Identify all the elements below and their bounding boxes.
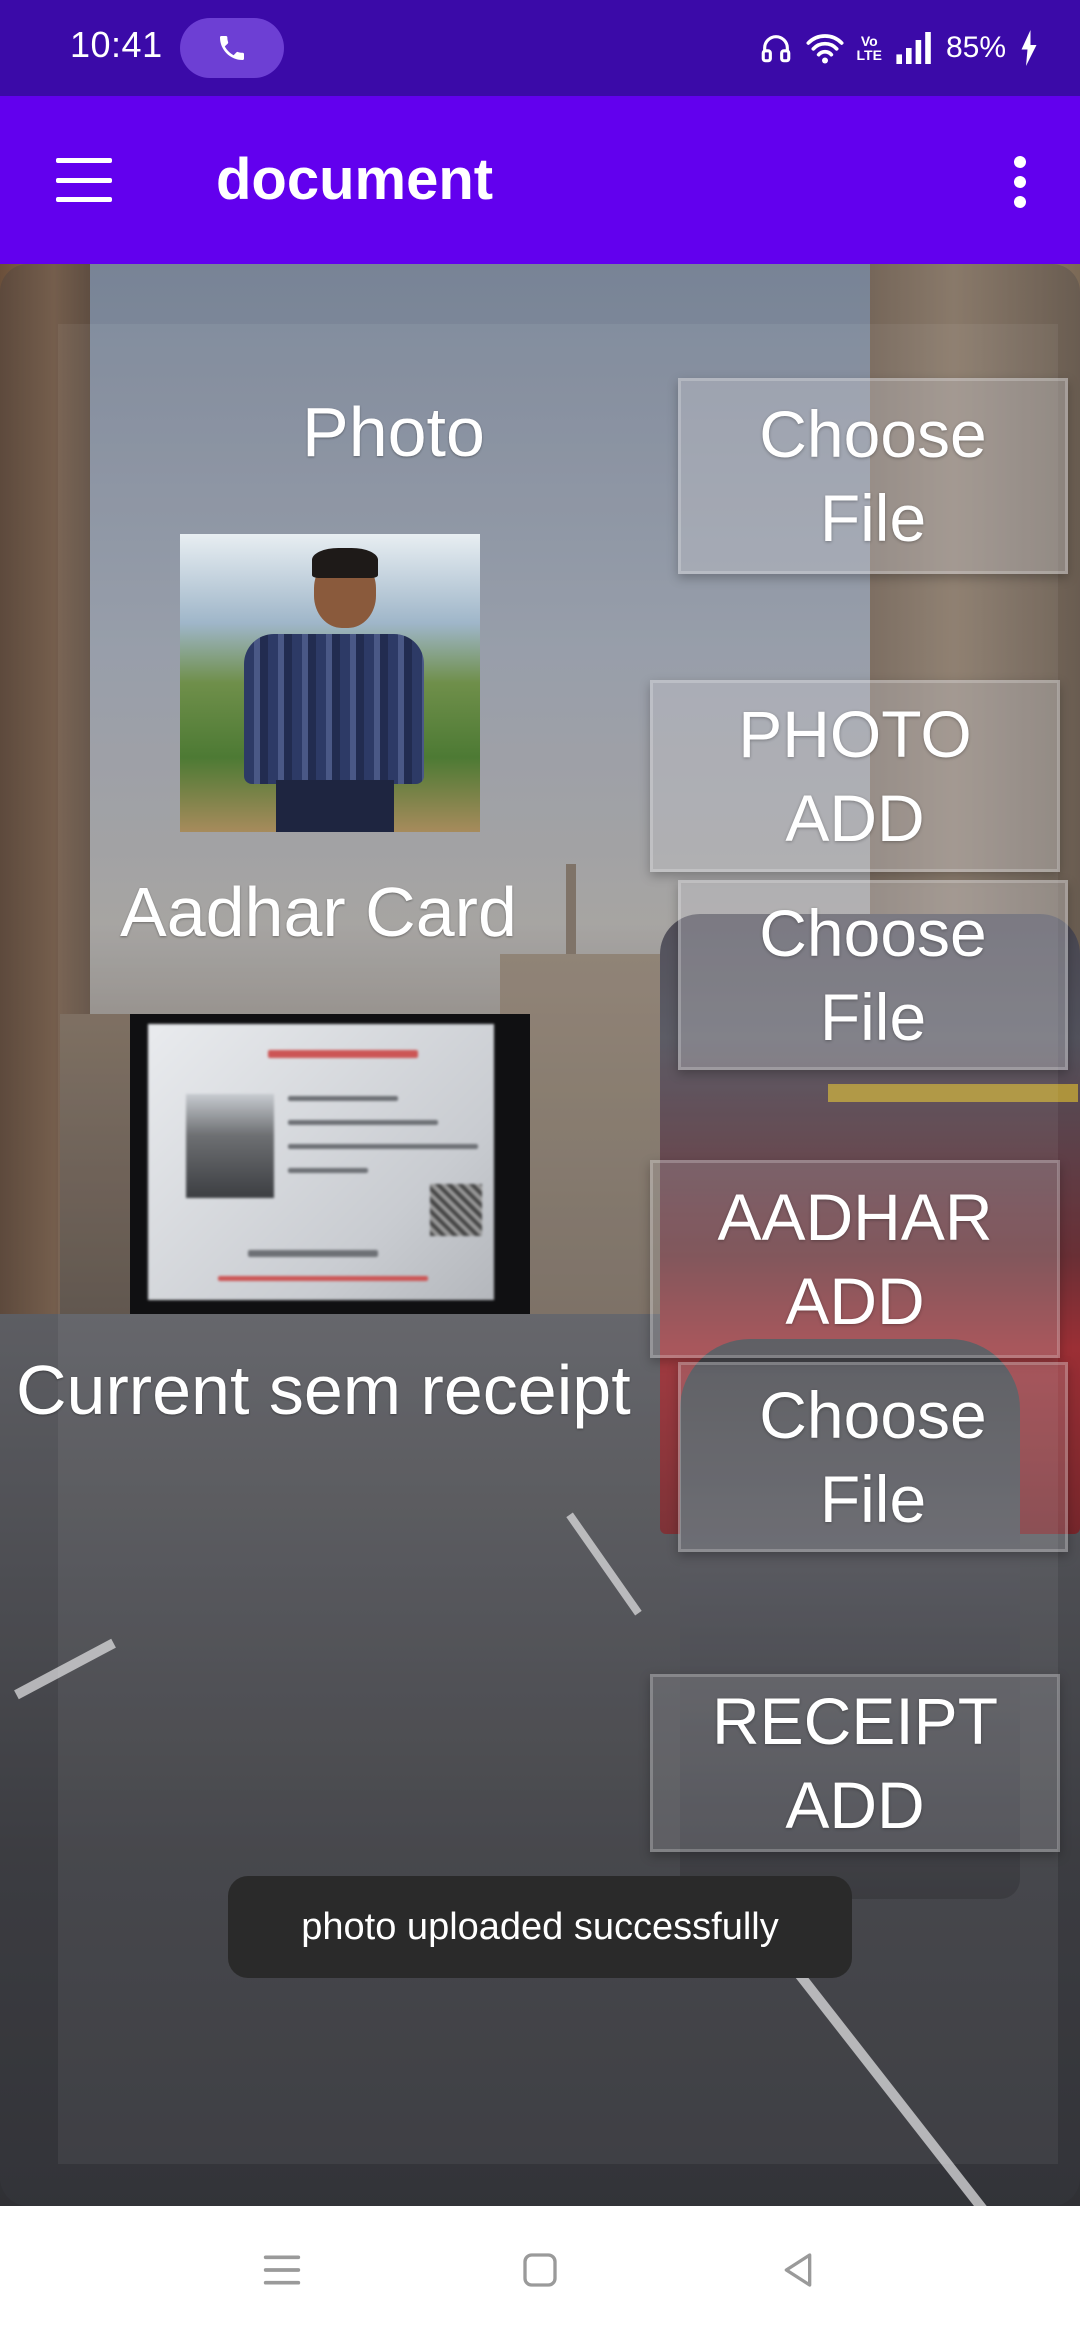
photo-preview-image	[180, 534, 480, 832]
recents-icon[interactable]	[252, 2240, 312, 2300]
system-navigation-bar	[0, 2206, 1080, 2340]
headset-icon	[761, 35, 790, 63]
status-time: 10:41	[70, 24, 163, 65]
photo-add-button[interactable]: PHOTO ADD	[650, 680, 1060, 872]
ongoing-call-indicator[interactable]	[180, 18, 284, 78]
aadhar-add-button[interactable]: AADHAR ADD	[650, 1160, 1060, 1358]
page-title: document	[216, 147, 494, 212]
receipt-add-button[interactable]: RECEIPT ADD	[650, 1674, 1060, 1852]
battery-percent: 85%	[945, 31, 1006, 64]
more-vert-icon[interactable]	[1000, 150, 1040, 214]
photo-label: Photo	[302, 393, 485, 471]
phone-icon	[220, 36, 244, 60]
battery-charging-icon	[1021, 30, 1037, 66]
aadhar-preview-image	[130, 1014, 530, 1314]
aadhar-card-label: Aadhar Card	[120, 873, 517, 951]
choose-receipt-file-button[interactable]: Choose File	[678, 1362, 1068, 1552]
choose-photo-file-button[interactable]: Choose File	[678, 378, 1068, 574]
current-sem-receipt-label: Current sem receipt	[16, 1351, 631, 1429]
choose-aadhar-file-button[interactable]: Choose File	[678, 880, 1068, 1070]
status-icons: Vo LTE 85%	[759, 22, 1040, 74]
wifi-icon	[806, 34, 844, 64]
signal-icon	[896, 32, 931, 64]
back-icon[interactable]	[768, 2240, 828, 2300]
hamburger-menu-icon[interactable]	[48, 152, 120, 208]
app-bar: document	[0, 96, 1080, 264]
toast-message: photo uploaded successfully	[228, 1876, 852, 1978]
home-icon[interactable]	[510, 2240, 570, 2300]
volte-icon: Vo LTE	[856, 33, 882, 63]
status-bar: 10:41 Vo LTE 85%	[0, 0, 1080, 96]
